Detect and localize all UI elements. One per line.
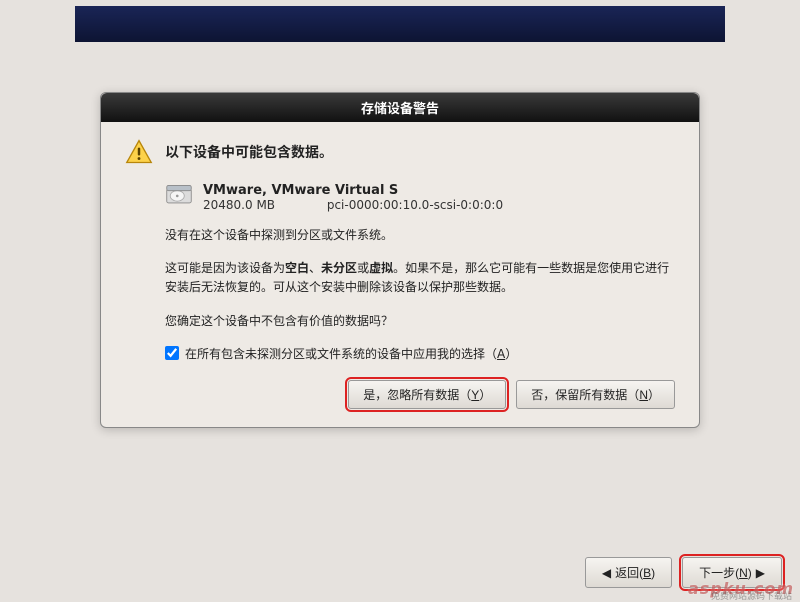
dialog-button-row: 是，忽略所有数据（Y） 否，保留所有数据（N）: [165, 380, 675, 409]
warning-text-1: 没有在这个设备中探测到分区或文件系统。: [165, 226, 675, 245]
arrow-left-icon: ◀: [602, 566, 611, 580]
para2-unpartitioned: 未分区: [321, 261, 357, 275]
no-pre: 否，保留所有数据（: [531, 388, 639, 402]
apply-all-checkbox-row[interactable]: 在所有包含未探测分区或文件系统的设备中应用我的选择（A）: [165, 345, 675, 362]
next-pre: 下一步(: [699, 566, 739, 580]
next-key: N: [739, 566, 748, 580]
dialog-title: 存储设备警告: [101, 93, 699, 122]
para2-sep2: 或: [357, 261, 369, 275]
device-path: pci-0000:00:10.0-scsi-0:0:0:0: [327, 198, 503, 212]
back-key: B: [643, 566, 651, 580]
checkbox-label-pre: 在所有包含未探测分区或文件系统的设备中应用我的选择（: [185, 347, 497, 361]
checkbox-label-post: ）: [505, 347, 517, 361]
back-pre: 返回(: [615, 566, 643, 580]
top-banner: [75, 6, 725, 42]
warning-text-2: 这可能是因为该设备为空白、未分区或虚拟。如果不是，那么它可能有一些数据是您使用它…: [165, 259, 675, 297]
yes-discard-button[interactable]: 是，忽略所有数据（Y）: [348, 380, 506, 409]
para2-pre: 这可能是因为该设备为: [165, 261, 285, 275]
warning-icon: [125, 138, 153, 169]
no-keep-button[interactable]: 否，保留所有数据（N）: [516, 380, 675, 409]
para2-blank: 空白: [285, 261, 309, 275]
back-label: 返回(B): [615, 564, 655, 581]
no-post: ）: [648, 388, 660, 402]
apply-all-label: 在所有包含未探测分区或文件系统的设备中应用我的选择（A）: [185, 345, 517, 362]
checkbox-key: A: [497, 347, 505, 361]
yes-pre: 是，忽略所有数据（: [363, 388, 471, 402]
device-row: VMware, VMware Virtual S 20480.0 MB pci-…: [165, 183, 675, 212]
para2-sep1: 、: [309, 261, 321, 275]
no-key: N: [639, 388, 648, 402]
para2-virtual: 虚拟: [369, 261, 393, 275]
confirm-question: 您确定这个设备中不包含有价值的数据吗？: [165, 312, 675, 331]
storage-warning-dialog: 存储设备警告 以下设备中可能包含数据。: [100, 92, 700, 428]
device-info: VMware, VMware Virtual S 20480.0 MB pci-…: [203, 183, 503, 212]
yes-post: ）: [479, 388, 491, 402]
device-name: VMware, VMware Virtual S: [203, 183, 503, 198]
device-size: 20480.0 MB: [203, 198, 323, 212]
device-meta: 20480.0 MB pci-0000:00:10.0-scsi-0:0:0:0: [203, 198, 503, 212]
next-post: ): [748, 566, 752, 580]
hard-disk-icon: [165, 183, 193, 210]
apply-all-checkbox[interactable]: [165, 346, 179, 360]
arrow-right-icon: ▶: [756, 566, 765, 580]
dialog-header: 以下设备中可能包含数据。: [125, 138, 675, 169]
watermark-sub: 免费网站源码下载站: [711, 589, 792, 602]
dialog-body: 以下设备中可能包含数据。 VMware, VMware Virtual S 20…: [101, 122, 699, 427]
back-post: ): [651, 566, 655, 580]
back-button[interactable]: ◀ 返回(B): [585, 557, 672, 588]
dialog-heading: 以下设备中可能包含数据。: [165, 138, 333, 162]
